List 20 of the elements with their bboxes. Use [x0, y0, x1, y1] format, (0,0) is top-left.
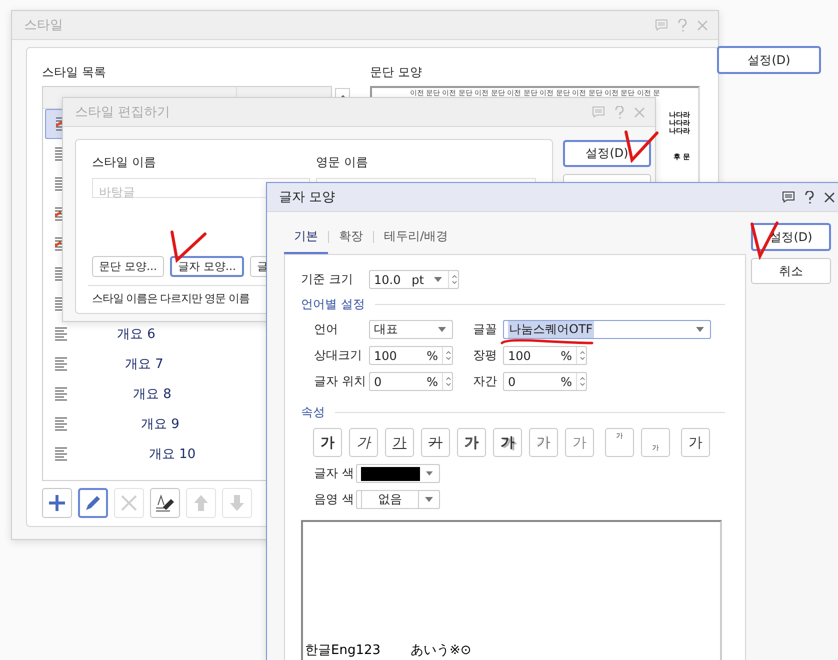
field-label: 글자 색 [314, 465, 355, 482]
list-label: 스타일 목록 [42, 64, 106, 81]
field-label: 상대크기 [314, 347, 363, 364]
section-label: 속성 [301, 404, 325, 421]
section-label: 언어별 설정 [301, 296, 365, 313]
field-label: 음영 색 [314, 491, 355, 508]
field-label: 글자 위치 [314, 373, 367, 390]
field-label: 스타일 이름 [92, 154, 156, 171]
field-label: 기준 크기 [301, 271, 354, 288]
field-label: 장평 [473, 347, 498, 364]
field-label: 자간 [473, 373, 498, 390]
field-label: 영문 이름 [316, 154, 368, 171]
field-label: 언어 [314, 321, 339, 338]
preview-text: あいう※⊙ [410, 642, 472, 659]
preview-label: 문단 모양 [370, 64, 422, 81]
field-label: 글꼴 [473, 321, 498, 338]
preview-text: 한글Eng123 [305, 642, 381, 659]
window-title: 스타일 [24, 17, 64, 34]
note-text: 스타일 이름은 다르지만 영문 이름 [92, 291, 250, 306]
window-title: 스타일 편집하기 [75, 104, 172, 121]
